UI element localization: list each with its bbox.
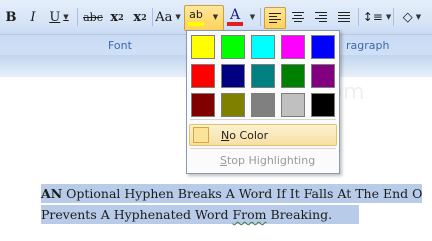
change-case-button[interactable]: Aa ▼	[155, 7, 181, 27]
stop-highlighting-icon	[192, 152, 208, 168]
color-swatch[interactable]	[281, 93, 305, 117]
divider	[393, 8, 394, 26]
divider	[260, 8, 261, 26]
no-color-label: No Color	[221, 128, 269, 142]
color-swatch[interactable]	[311, 35, 335, 59]
paragraph-group-label: ragraph	[346, 39, 390, 52]
color-swatch[interactable]	[191, 64, 215, 88]
no-color-item[interactable]: No Color	[189, 124, 337, 146]
align-left-icon	[269, 13, 281, 24]
color-swatch[interactable]	[281, 64, 305, 88]
color-swatch[interactable]	[221, 35, 245, 59]
stop-highlighting-label: Stop Highlighting	[220, 153, 316, 167]
color-swatch[interactable]	[311, 64, 335, 88]
subscript-button[interactable]: x2	[108, 7, 126, 27]
highlight-dropdown-arrow[interactable]: ▼	[209, 7, 219, 27]
document-line-1: AN Optional Hyphen Breaks A Word If It F…	[41, 183, 432, 204]
highlighter-icon[interactable]: ab	[186, 7, 206, 27]
justify-icon	[338, 12, 350, 23]
font-color-icon: A	[229, 7, 241, 23]
text-lead: AN	[41, 186, 63, 201]
spelling-squiggle: From	[232, 207, 267, 222]
color-swatch[interactable]	[251, 93, 275, 117]
chevron-down-icon[interactable]: ▼	[63, 13, 68, 21]
chevron-down-icon[interactable]: ▼	[416, 13, 421, 21]
text-segment: Breaking.	[266, 207, 333, 222]
divider	[152, 8, 153, 26]
line-spacing-button[interactable]: ↕≡ ▼	[362, 7, 392, 27]
color-swatch[interactable]	[221, 64, 245, 88]
document-body[interactable]: AN Optional Hyphen Breaks A Word If It F…	[41, 183, 432, 225]
no-color-icon	[193, 127, 209, 143]
align-center-button[interactable]	[288, 7, 308, 27]
color-swatch[interactable]	[191, 35, 215, 59]
align-right-icon	[315, 12, 327, 23]
font-group-label: Font	[108, 39, 132, 52]
align-left-button[interactable]	[264, 7, 286, 29]
superscript-button[interactable]: x2	[131, 7, 149, 27]
underline-button[interactable]: U ▼	[46, 7, 72, 27]
stop-highlighting-item[interactable]: Stop Highlighting	[189, 149, 337, 171]
align-right-button[interactable]	[311, 7, 331, 27]
chevron-down-icon[interactable]: ▼	[250, 13, 255, 21]
color-swatch[interactable]	[251, 35, 275, 59]
italic-button[interactable]: I	[24, 7, 42, 27]
document-line-2: Prevents A Hyphenated Word From Breaking…	[41, 204, 432, 225]
highlight-color-palette: No Color Stop Highlighting	[186, 30, 340, 174]
color-swatch[interactable]	[191, 93, 215, 117]
font-color-dropdown[interactable]: ▼	[246, 7, 256, 27]
color-swatch[interactable]	[221, 93, 245, 117]
divider	[358, 8, 359, 26]
align-center-icon	[292, 12, 304, 23]
text-rest: Optional Hyphen Breaks A Word If It Fall…	[62, 186, 423, 201]
chevron-down-icon[interactable]: ▼	[386, 13, 391, 21]
divider	[190, 119, 336, 120]
color-swatch[interactable]	[281, 35, 305, 59]
color-swatch[interactable]	[251, 64, 275, 88]
chevron-down-icon[interactable]: ▼	[213, 13, 218, 21]
shading-icon: ◇	[402, 9, 413, 25]
color-swatch[interactable]	[311, 93, 335, 117]
bold-button[interactable]: B	[2, 7, 20, 27]
font-color-button[interactable]: A	[225, 7, 245, 27]
text-segment: Prevents A Hyphenated Word	[41, 207, 233, 222]
divider	[77, 8, 78, 26]
strikethrough-button[interactable]: abc	[82, 7, 104, 27]
shading-button[interactable]: ◇ ▼	[397, 7, 427, 27]
justify-button[interactable]	[334, 7, 354, 27]
line-spacing-icon: ↕≡	[362, 10, 383, 24]
chevron-down-icon[interactable]: ▼	[175, 13, 180, 21]
